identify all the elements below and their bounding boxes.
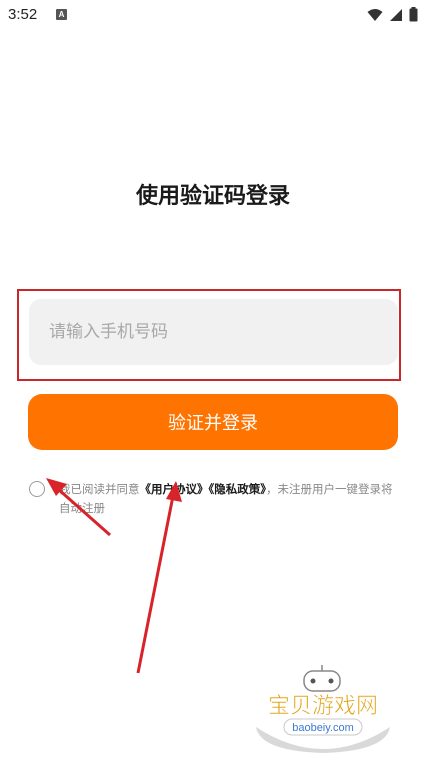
watermark-url: baobeiy.com	[292, 722, 354, 734]
verify-login-button[interactable]: 验证并登录	[28, 394, 398, 450]
battery-icon	[409, 7, 418, 22]
watermark-name: 宝贝游戏网	[268, 694, 378, 719]
agreement-checkbox[interactable]	[29, 481, 45, 497]
user-agreement-link[interactable]: 《用户协议》	[140, 482, 209, 496]
wifi-icon	[367, 8, 383, 21]
page-title: 使用验证码登录	[135, 184, 290, 209]
notification-icon: A	[56, 9, 67, 20]
status-bar: 3:52 A	[0, 0, 426, 30]
privacy-policy-link[interactable]: 《隐私政策》	[209, 482, 267, 496]
signal-icon	[390, 8, 402, 21]
status-time: 3:52	[8, 6, 38, 23]
agreement-text: 我已阅读并同意《用户协议》《隐私政策》，未注册用户一键登录将自动注册	[59, 480, 399, 518]
watermark-logo: 宝贝游戏网 baobeiy.com	[248, 663, 398, 755]
status-icons	[367, 7, 418, 22]
phone-input[interactable]	[29, 299, 398, 365]
agreement-prefix: 我已阅读并同意	[59, 482, 140, 496]
